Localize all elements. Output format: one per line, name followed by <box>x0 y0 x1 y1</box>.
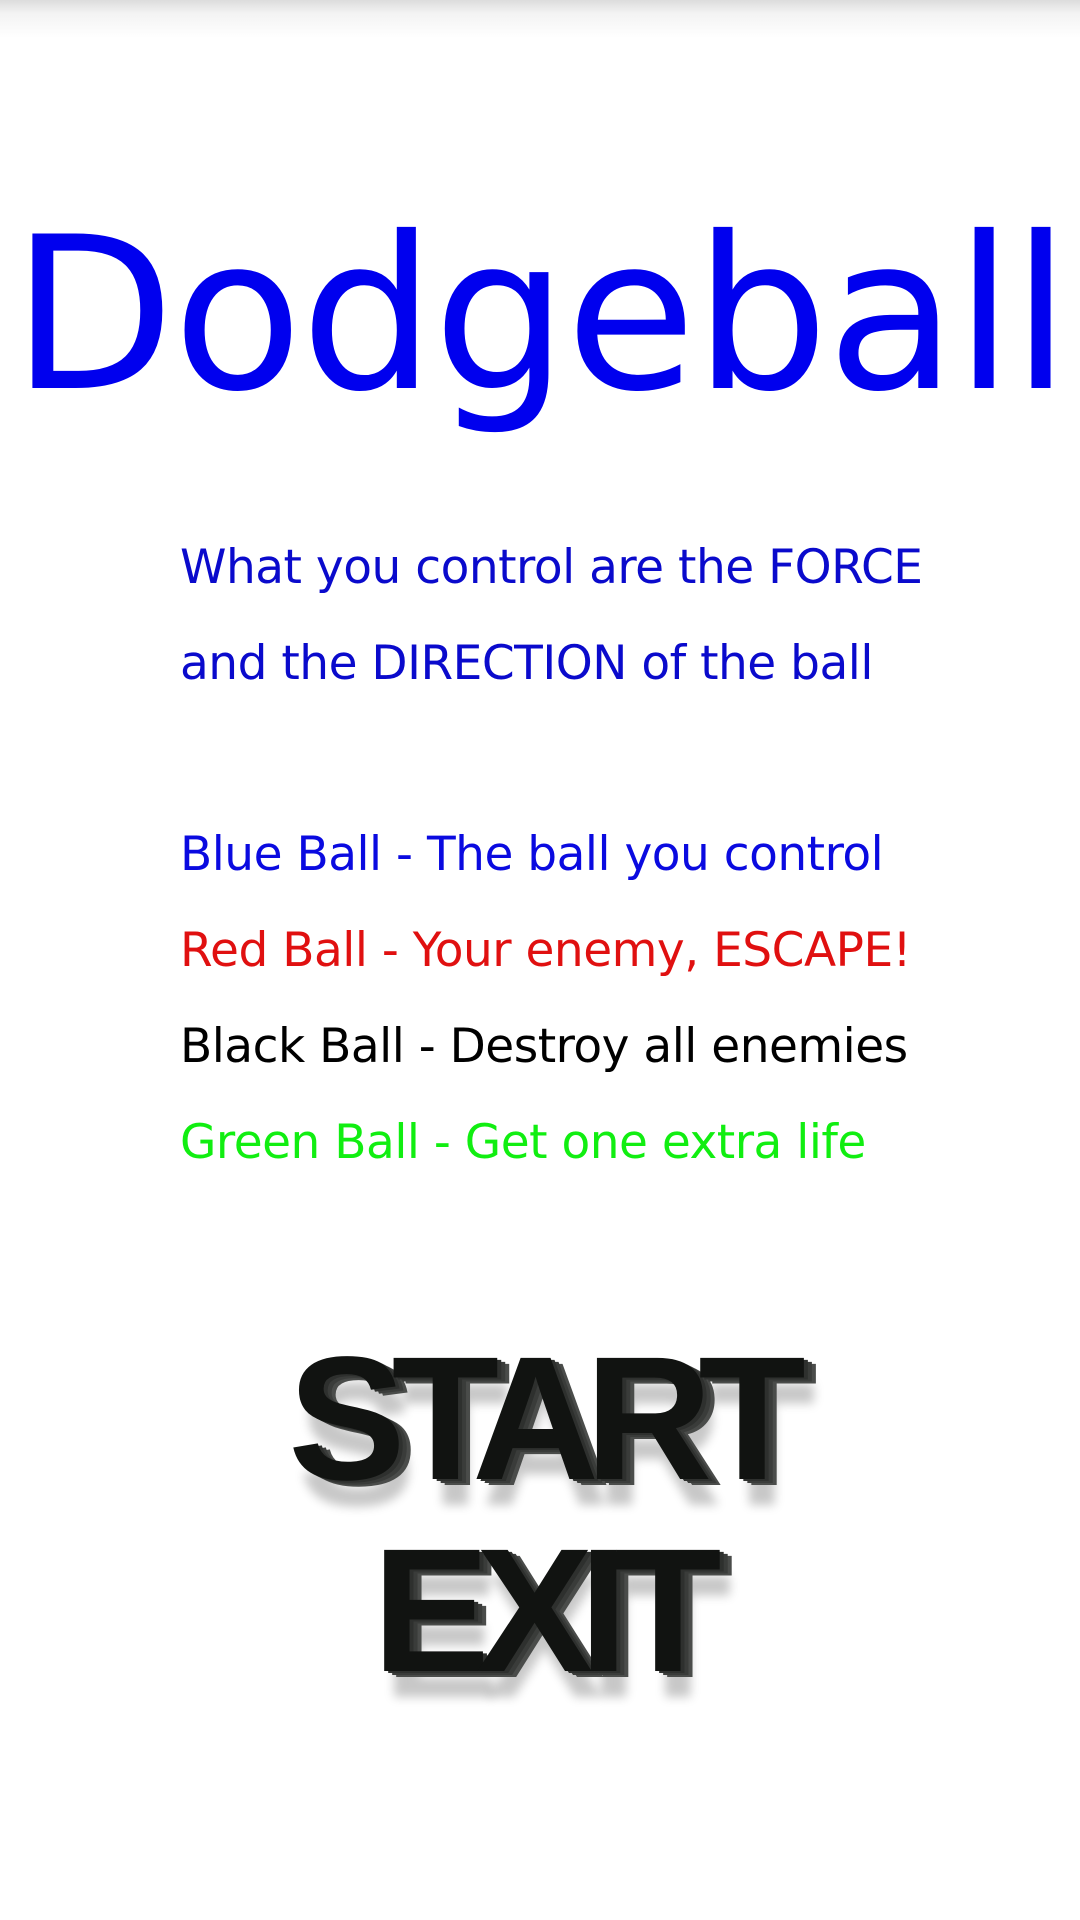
game-title: Dodgeball <box>11 191 1071 438</box>
legend-black-ball: Black Ball - Destroy all enemies <box>180 1019 908 1074</box>
legend-blue-ball: Blue Ball - The ball you control <box>180 827 884 882</box>
start-button[interactable]: START <box>0 1331 1080 1507</box>
game-menu-screen: Dodgeball What you control are the FORCE… <box>0 0 1080 1920</box>
legend-red-ball: Red Ball - Your enemy, ESCAPE! <box>180 923 912 978</box>
status-bar-shadow <box>0 0 1080 38</box>
legend-green-ball: Green Ball - Get one extra life <box>180 1115 866 1170</box>
instructions-panel: What you control are the FORCE and the D… <box>180 520 1040 1191</box>
intro-line-1: What you control are the FORCE <box>180 540 923 595</box>
exit-button[interactable]: EXIT <box>0 1523 1080 1699</box>
intro-line-2: and the DIRECTION of the ball <box>180 636 873 691</box>
